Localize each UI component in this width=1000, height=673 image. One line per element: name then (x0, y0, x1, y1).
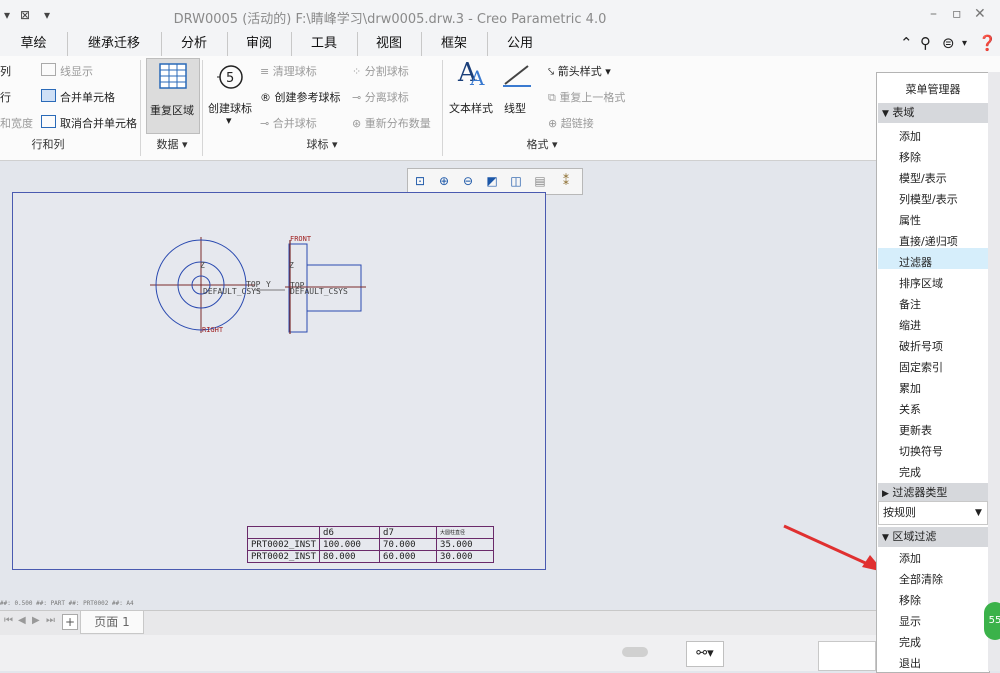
menu-item[interactable]: 备注 (899, 296, 921, 312)
expand-icon: ▼ (882, 109, 889, 119)
y-axis-label: Y (266, 280, 271, 289)
selected-item-highlight (878, 248, 988, 269)
drawing-status-text: ##: 0.500 ##: PART ##: PRT0002 ##: A4 (0, 600, 134, 607)
menu-item[interactable]: 排序区域 (899, 275, 943, 291)
section-region-filter[interactable]: ▼ 区域过滤 (878, 527, 988, 547)
drawing-views (150, 237, 884, 572)
table-row[interactable]: PRT0002_INST 80.000 60.000 30.000 (246, 550, 495, 563)
table-cell: PRT0002_INST (246, 550, 321, 563)
collapse-icon: ▶ (882, 489, 889, 499)
region-filter-item[interactable]: 添加 (899, 550, 921, 566)
z-axis-label-2: Z (289, 261, 294, 270)
repeat-region-table[interactable]: d6 d7 大圆柱直径 PRT0002_INST 100.000 70.000 … (246, 526, 495, 563)
table-cell: 100.000 (319, 538, 381, 551)
toggle-switch[interactable] (622, 647, 648, 657)
menu-item[interactable]: 累加 (899, 380, 921, 396)
chevron-down-icon: ▼ (975, 508, 982, 518)
region-filter-item[interactable]: 移除 (899, 592, 921, 608)
page-nav-last-icon[interactable]: ⏭ (46, 615, 55, 626)
menu-item[interactable]: 移除 (899, 149, 921, 165)
table-cell: 30.000 (436, 550, 495, 563)
menu-item[interactable]: 固定索引 (899, 359, 943, 375)
notification-badge[interactable]: 55 (984, 602, 1000, 640)
region-filter-item[interactable]: 完成 (899, 634, 921, 650)
page-nav-first-icon[interactable]: ⏮ (4, 615, 13, 626)
table-header-row: d6 d7 大圆柱直径 (246, 526, 495, 539)
menu-item[interactable]: 列模型/表示 (899, 191, 958, 207)
table-cell: 35.000 (436, 538, 495, 551)
page-nav-prev-icon[interactable]: ◀ (18, 615, 26, 626)
menu-item[interactable]: 模型/表示 (899, 170, 947, 186)
menu-manager: 菜单管理器 ▼ 表域 ▶ 过滤器类型 按规则 ▼ ▼ 区域过滤 添加 移除 模型/表示… (876, 72, 990, 673)
z-axis-label: Z (200, 261, 205, 270)
table-row[interactable]: PRT0002_INST 100.000 70.000 35.000 (246, 538, 495, 551)
menu-manager-title: 菜单管理器 (905, 83, 961, 96)
page-tab-1[interactable]: 页面 1 (80, 610, 144, 634)
menu-item[interactable]: 属性 (899, 212, 921, 228)
table-cell: 80.000 (319, 550, 381, 563)
menu-item[interactable]: 切换符号 (899, 443, 943, 459)
table-header-cell (246, 526, 321, 539)
expand-icon: ▼ (882, 533, 889, 543)
table-cell: 70.000 (379, 538, 438, 551)
menu-item[interactable]: 过滤器 (899, 254, 932, 270)
section-filter-type[interactable]: ▶ 过滤器类型 (878, 483, 988, 503)
menu-item[interactable]: 更新表 (899, 422, 932, 438)
menu-item[interactable]: 完成 (899, 464, 921, 480)
selection-filter-box[interactable] (818, 641, 876, 671)
status-bar: ⚯▾ (0, 635, 877, 671)
region-filter-item[interactable]: 显示 (899, 613, 921, 629)
front-datum-label: FRONT (290, 235, 312, 243)
menu-item[interactable]: 缩进 (899, 317, 921, 333)
menu-item[interactable]: 添加 (899, 128, 921, 144)
table-header-cell: d6 (319, 526, 381, 539)
add-page-icon[interactable]: + (62, 614, 78, 630)
table-cell: PRT0002_INST (246, 538, 321, 551)
table-header-cell: 大圆柱直径 (436, 526, 495, 539)
filter-type-select[interactable]: 按规则 ▼ (878, 501, 988, 525)
table-cell: 60.000 (379, 550, 438, 563)
table-header-cell: d7 (379, 526, 438, 539)
section-table-region[interactable]: ▼ 表域 (878, 103, 988, 123)
region-filter-item[interactable]: 退出 (899, 655, 921, 671)
csys-label-2: DEFAULT_CSYS (290, 287, 348, 296)
right-datum-label: RIGHT (202, 326, 224, 334)
right-scroll-strip[interactable] (988, 72, 1000, 671)
menu-item[interactable]: 破折号项 (899, 338, 943, 354)
region-filter-item[interactable]: 全部清除 (899, 571, 943, 587)
menu-item[interactable]: 关系 (899, 401, 921, 417)
find-icon[interactable]: ⚯▾ (686, 641, 724, 667)
menu-item[interactable]: 直接/递归项 (899, 233, 958, 249)
page-nav-next-icon[interactable]: ▶ (32, 615, 40, 626)
csys-label: DEFAULT_CSYS (203, 287, 261, 296)
